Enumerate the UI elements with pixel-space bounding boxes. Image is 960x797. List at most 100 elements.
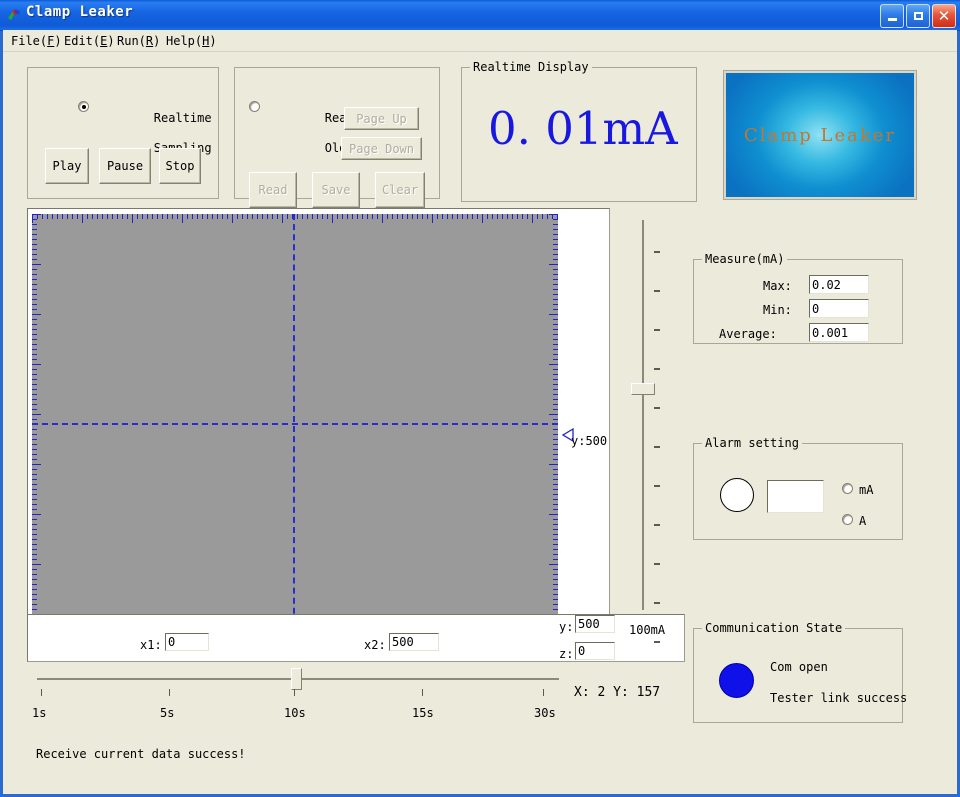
ruler-tick bbox=[553, 474, 558, 475]
stop-button[interactable]: Stop bbox=[159, 148, 201, 184]
range-slider-thumb[interactable] bbox=[631, 383, 655, 395]
ruler-tick bbox=[32, 309, 37, 310]
ruler-tick bbox=[32, 409, 37, 410]
ruler-tick bbox=[112, 214, 113, 219]
ruler-tick bbox=[32, 384, 37, 385]
cursor-coordinates: X: 2 Y: 157 bbox=[574, 685, 661, 700]
read-button[interactable]: Read bbox=[249, 172, 297, 208]
play-button[interactable]: Play bbox=[45, 148, 89, 184]
save-button[interactable]: Save bbox=[312, 172, 360, 208]
ruler-tick bbox=[32, 499, 37, 500]
range-slider-tick bbox=[654, 641, 660, 643]
menu-item-file[interactable]: File(F) bbox=[11, 34, 62, 48]
ruler-tick bbox=[32, 389, 37, 390]
ruler-tick bbox=[549, 514, 558, 515]
ruler-tick bbox=[57, 214, 58, 219]
client-area: File(F) Edit(E) Run(R) Help(H) Realtime … bbox=[3, 30, 957, 794]
ruler-tick bbox=[32, 484, 37, 485]
page-down-button[interactable]: Page Down bbox=[341, 137, 422, 160]
x2-input[interactable]: 500 bbox=[389, 633, 439, 651]
radio-read-old-data[interactable] bbox=[249, 101, 260, 112]
window-title: Clamp Leaker bbox=[26, 4, 134, 20]
title-bar[interactable]: Clamp Leaker ✕ bbox=[0, 0, 960, 31]
ruler-tick bbox=[32, 294, 37, 295]
ruler-tick bbox=[387, 214, 388, 219]
radio-unit-a[interactable] bbox=[842, 514, 853, 525]
ruler-tick bbox=[227, 214, 228, 219]
ruler-tick bbox=[317, 214, 318, 219]
comm-state-line2: Tester link success bbox=[770, 691, 908, 705]
grid-line-horizontal bbox=[32, 423, 558, 425]
ruler-tick bbox=[32, 469, 37, 470]
ruler-tick bbox=[553, 219, 558, 220]
ruler-tick bbox=[167, 214, 168, 219]
ruler-tick bbox=[32, 564, 41, 565]
radio-unit-ma-label: mA bbox=[859, 483, 874, 497]
ruler-tick bbox=[553, 439, 558, 440]
ruler-tick bbox=[553, 494, 558, 495]
ruler-tick bbox=[107, 214, 108, 219]
ruler-tick bbox=[42, 214, 43, 219]
measure-min-input[interactable]: 0 bbox=[809, 299, 869, 318]
ruler-tick bbox=[472, 214, 473, 219]
time-slider-thumb[interactable] bbox=[291, 668, 302, 690]
clear-button[interactable]: Clear bbox=[375, 172, 425, 208]
ruler-tick bbox=[553, 324, 558, 325]
ruler-tick bbox=[553, 579, 558, 580]
x1-input[interactable]: 0 bbox=[165, 633, 209, 651]
pause-button[interactable]: Pause bbox=[99, 148, 151, 184]
alarm-legend: Alarm setting bbox=[702, 436, 802, 450]
z-input[interactable]: 0 bbox=[575, 642, 615, 660]
ruler-tick bbox=[257, 214, 258, 219]
ruler-tick bbox=[92, 214, 93, 219]
minimize-icon bbox=[887, 18, 897, 21]
radio-realtime-sampling[interactable] bbox=[78, 101, 89, 112]
ruler-tick bbox=[553, 269, 558, 270]
menu-item-run[interactable]: Run(R) bbox=[117, 34, 160, 48]
ruler-tick bbox=[549, 414, 558, 415]
menu-item-help[interactable]: Help(H) bbox=[166, 34, 217, 48]
waveform-canvas[interactable] bbox=[32, 214, 558, 634]
page-up-button[interactable]: Page Up bbox=[344, 107, 419, 130]
ruler-tick bbox=[32, 514, 41, 515]
ruler-tick bbox=[457, 214, 458, 219]
minimize-button[interactable] bbox=[880, 4, 904, 28]
radio-unit-ma[interactable] bbox=[842, 483, 853, 494]
ruler-tick bbox=[307, 214, 308, 219]
ruler-tick bbox=[32, 334, 37, 335]
ruler-tick bbox=[207, 214, 208, 219]
ruler-tick bbox=[422, 214, 423, 219]
ruler-tick bbox=[32, 349, 37, 350]
ruler-tick bbox=[32, 524, 37, 525]
ruler-tick bbox=[467, 214, 468, 219]
ruler-tick bbox=[32, 279, 37, 280]
ruler-tick bbox=[553, 539, 558, 540]
menu-item-edit[interactable]: Edit(E) bbox=[64, 34, 115, 48]
read-old-data-group: Read Old Data Page Up Page Down Read Sav… bbox=[234, 67, 440, 208]
ruler-tick bbox=[32, 244, 37, 245]
ruler-tick bbox=[32, 559, 37, 560]
ruler-tick bbox=[537, 214, 538, 219]
comm-legend: Communication State bbox=[702, 621, 846, 635]
y-input[interactable]: 500 bbox=[575, 615, 615, 633]
alarm-threshold-input[interactable] bbox=[767, 480, 824, 513]
ruler-tick bbox=[32, 354, 37, 355]
ruler-tick bbox=[553, 419, 558, 420]
ruler-tick bbox=[452, 214, 453, 219]
range-slider-track[interactable] bbox=[642, 220, 644, 610]
ruler-tick bbox=[162, 214, 163, 219]
maximize-button[interactable] bbox=[906, 4, 930, 28]
ruler-tick bbox=[32, 259, 37, 260]
ruler-tick bbox=[337, 214, 338, 219]
waveform-plot-panel[interactable] bbox=[27, 208, 610, 640]
measure-max-input[interactable]: 0.02 bbox=[809, 275, 869, 294]
measure-average-input[interactable]: 0.001 bbox=[809, 323, 869, 342]
ruler-tick bbox=[427, 214, 428, 219]
close-button[interactable]: ✕ bbox=[932, 4, 956, 28]
ruler-tick bbox=[217, 214, 218, 219]
ruler-tick bbox=[32, 609, 37, 610]
ruler-tick bbox=[367, 214, 368, 219]
ruler-tick bbox=[553, 484, 558, 485]
ruler-tick bbox=[553, 519, 558, 520]
ruler-tick bbox=[32, 414, 41, 415]
